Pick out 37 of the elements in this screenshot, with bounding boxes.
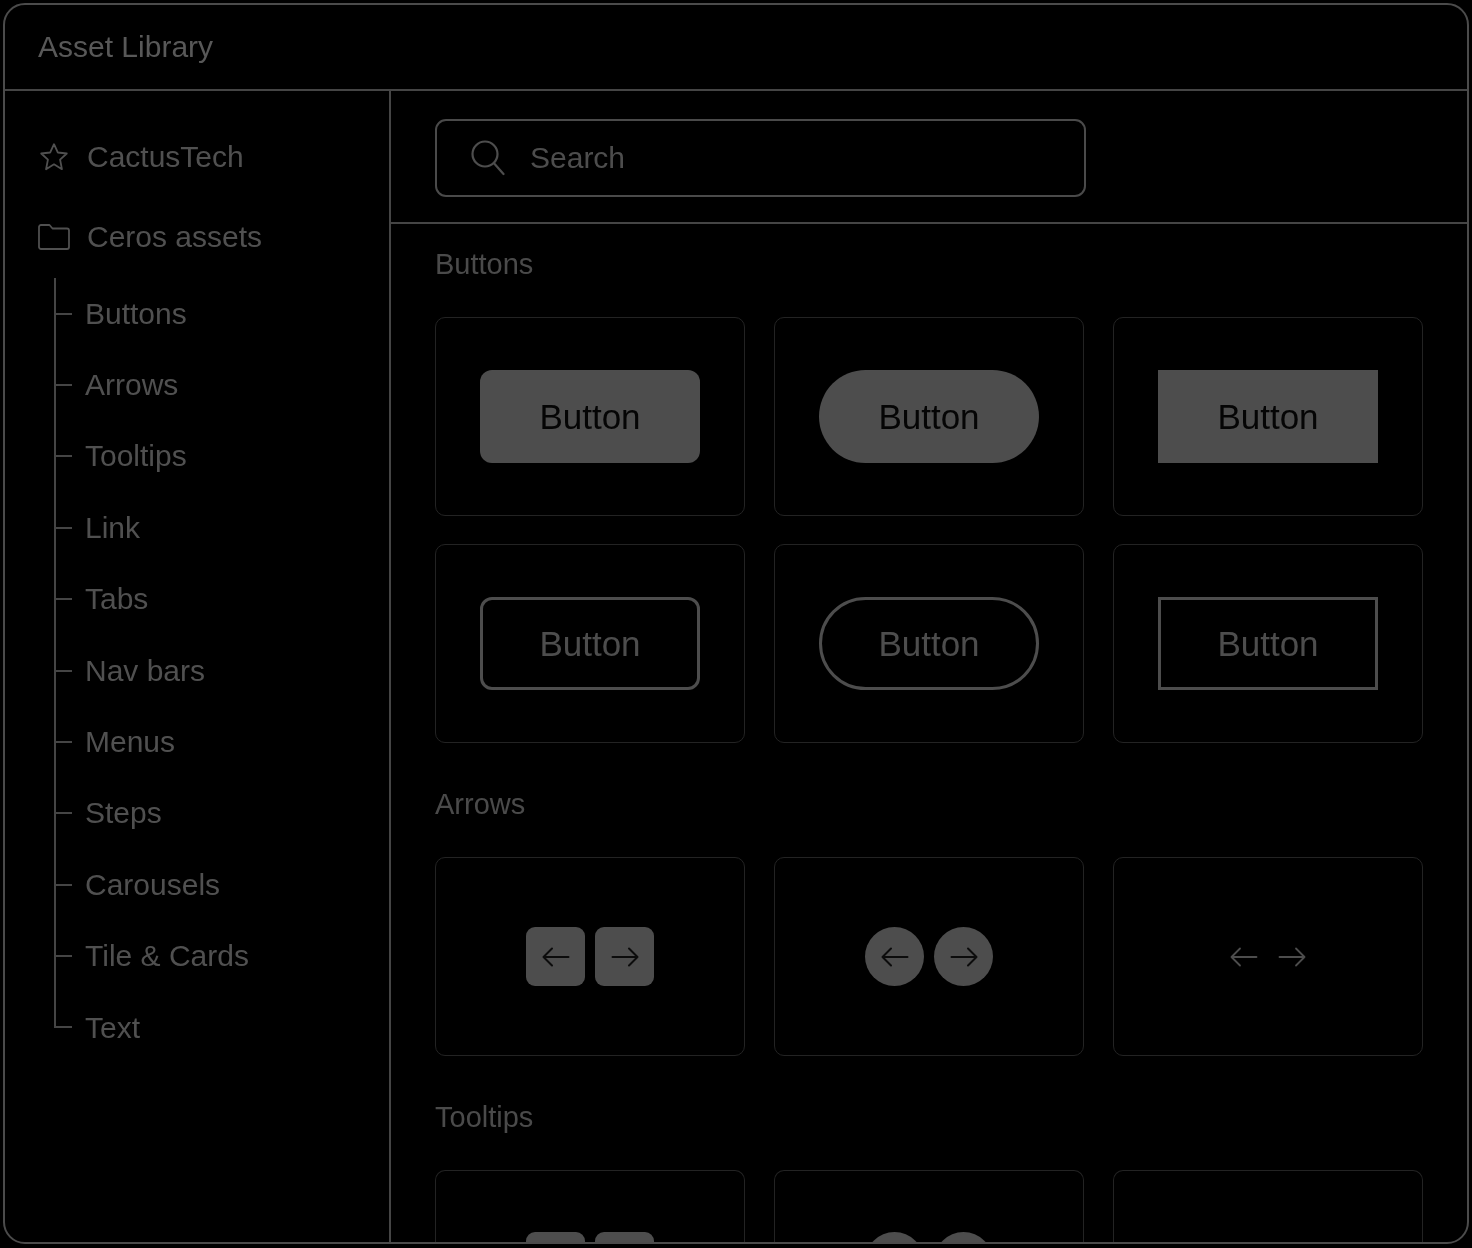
- left-arrow-icon: [1230, 946, 1258, 967]
- tree-item[interactable]: Arrows: [85, 368, 179, 403]
- right-arrow-icon: [1278, 946, 1306, 967]
- sample-button: Button: [480, 370, 700, 463]
- tree-item[interactable]: Nav bars: [85, 653, 206, 688]
- star-icon: [38, 143, 70, 171]
- tree-item[interactable]: Tile & Cards: [85, 939, 249, 974]
- tree-item[interactable]: Carousels: [85, 867, 221, 902]
- tree-item[interactable]: Link: [85, 510, 141, 545]
- tree-item[interactable]: Tooltips: [85, 439, 187, 474]
- sidebar-item[interactable]: CactusTech: [38, 127, 244, 187]
- sample-button: Button: [1158, 597, 1378, 690]
- section-heading: Arrows: [435, 787, 526, 822]
- asset-card[interactable]: [435, 857, 745, 1056]
- sample-button: Button: [819, 370, 1039, 463]
- section-heading: Tooltips: [435, 1100, 534, 1135]
- asset-card[interactable]: Button: [435, 317, 745, 516]
- folder-icon: [38, 223, 70, 251]
- sample-button: Button: [1158, 370, 1378, 463]
- asset-card[interactable]: Button: [435, 544, 745, 743]
- tree-item[interactable]: Buttons: [85, 296, 187, 331]
- asset-card[interactable]: Button: [1113, 544, 1423, 743]
- sidebar-item[interactable]: Ceros assets: [38, 207, 263, 267]
- asset-card[interactable]: [774, 857, 1084, 1056]
- section-heading: Buttons: [435, 247, 534, 282]
- asset-card[interactable]: Button: [1113, 317, 1423, 516]
- tree-item[interactable]: Text: [85, 1010, 141, 1045]
- sample-button: Button: [819, 597, 1039, 690]
- tree-item[interactable]: Steps: [85, 796, 162, 831]
- search-field[interactable]: Search: [435, 119, 1086, 197]
- tree-item[interactable]: Menus: [85, 725, 176, 760]
- asset-card[interactable]: Button: [774, 544, 1084, 743]
- search-icon: [471, 140, 505, 176]
- tree-item[interactable]: Tabs: [85, 582, 149, 617]
- window-title: Asset Library: [38, 29, 214, 65]
- asset-card[interactable]: Button: [774, 317, 1084, 516]
- sample-button: Button: [480, 597, 700, 690]
